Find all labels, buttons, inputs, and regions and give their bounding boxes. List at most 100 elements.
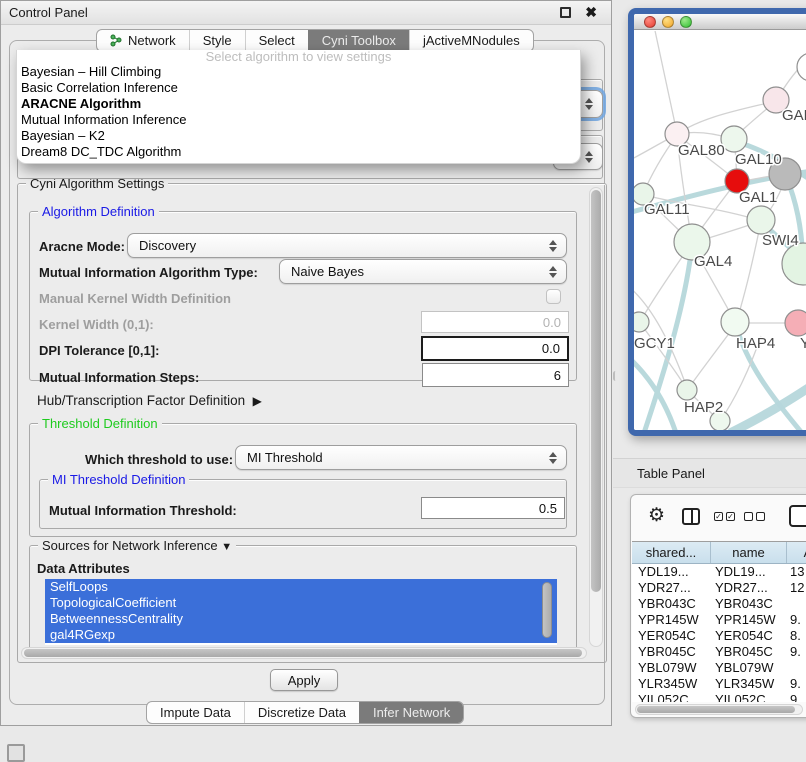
table-row[interactable]: YDL19...YDL19...13 <box>632 564 806 580</box>
which-threshold-combo[interactable]: MI Threshold <box>235 445 567 470</box>
minimize-window-icon[interactable] <box>662 16 674 28</box>
attribute-list-item[interactable]: gal4RGexp <box>45 627 557 643</box>
table-hscrollbar-thumb[interactable] <box>637 706 795 713</box>
table-cell: YBL079W <box>632 660 711 676</box>
export-table-icon[interactable] <box>789 505 806 527</box>
attribute-list-item[interactable]: BetweennessCentrality <box>45 611 557 627</box>
tab-impute-data[interactable]: Impute Data <box>147 702 244 723</box>
control-panel: Control Panel ✖ Network Style Select Cyn… <box>0 0 612 726</box>
table-row[interactable]: YDR27...YDR27...12 <box>632 580 806 596</box>
network-node[interactable] <box>797 53 806 81</box>
table-cell: 8. <box>787 628 806 644</box>
table-cell: YBR043C <box>711 596 787 612</box>
attribute-list-item[interactable]: TopologicalCoefficient <box>45 595 557 611</box>
column-header-name[interactable]: name <box>711 542 787 563</box>
algorithm-option[interactable]: Bayesian – K2 <box>17 128 580 144</box>
zoom-window-icon[interactable] <box>680 16 692 28</box>
tab-discretize-data[interactable]: Discretize Data <box>244 702 359 723</box>
aracne-mode-combo[interactable]: Discovery <box>127 233 567 258</box>
control-panel-titlebar: Control Panel ✖ <box>1 1 611 25</box>
close-panel-icon[interactable]: ✖ <box>585 4 597 21</box>
algorithm-option[interactable]: Dream8 DC_TDC Algorithm <box>17 144 580 160</box>
dpi-tolerance-label: DPI Tolerance [0,1]: <box>39 343 159 358</box>
manual-kernel-label: Manual Kernel Width Definition <box>39 291 231 306</box>
aracne-mode-value: Discovery <box>139 238 196 253</box>
mi-threshold-field[interactable]: 0.5 <box>421 497 565 519</box>
column-header-shared-name[interactable]: shared... <box>632 542 711 563</box>
mi-type-combo[interactable]: Naive Bayes <box>279 259 567 284</box>
tab-select[interactable]: Select <box>245 30 308 51</box>
table-cell: YER054C <box>711 628 787 644</box>
deselect-all-checkbox2-icon[interactable] <box>756 512 765 521</box>
apply-button[interactable]: Apply <box>270 669 338 691</box>
column-header-clipped[interactable]: A <box>787 542 806 563</box>
select-all-checkbox2-icon[interactable]: ✓ <box>726 512 735 521</box>
tab-cyni-toolbox[interactable]: Cyni Toolbox <box>308 30 409 51</box>
expand-arrow-icon: ▶ <box>253 394 262 408</box>
algorithm-definition-title: Algorithm Definition <box>38 204 159 219</box>
algorithm-option[interactable]: Basic Correlation Inference <box>17 80 580 96</box>
table-cell: YER054C <box>632 628 711 644</box>
table-cell: YBR045C <box>711 644 787 660</box>
combo-arrows-icon <box>549 266 557 278</box>
table-cell: YPR145W <box>632 612 711 628</box>
network-node[interactable] <box>721 126 747 152</box>
table-cell: YDR27... <box>632 580 711 596</box>
tab-infer-network[interactable]: Infer Network <box>359 702 463 723</box>
kernel-width-field[interactable]: 0.0 <box>421 311 569 333</box>
network-node[interactable] <box>782 243 806 285</box>
mi-type-value: Naive Bayes <box>291 264 364 279</box>
network-node[interactable] <box>677 380 697 400</box>
close-window-icon[interactable] <box>644 16 656 28</box>
sources-group-title[interactable]: Sources for Network Inference ▼ <box>38 538 236 553</box>
tab-jactivemnodules[interactable]: jActiveMNodules <box>409 30 533 51</box>
mi-steps-label: Mutual Information Steps: <box>39 370 199 385</box>
table-row[interactable]: YBR045CYBR045C9. <box>632 644 806 660</box>
select-all-checkbox-icon[interactable]: ✓ <box>714 512 723 521</box>
dpi-tolerance-field[interactable]: 0.0 <box>421 336 569 361</box>
settings-hscrollbar-thumb[interactable] <box>24 649 582 657</box>
show-columns-icon[interactable] <box>682 508 700 525</box>
table-cell: YIL052C <box>711 692 787 702</box>
data-attributes-list[interactable]: SelfLoopsTopologicalCoefficientBetweenne… <box>45 579 557 645</box>
panel-splitter-handle[interactable] <box>613 371 618 381</box>
table-cell: YDL19... <box>711 564 787 580</box>
table-row[interactable]: YLR345WYLR345W9. <box>632 676 806 692</box>
mi-threshold-label: Mutual Information Threshold: <box>49 503 237 518</box>
control-panel-title: Control Panel <box>9 5 88 20</box>
table-cell: YDL19... <box>632 564 711 580</box>
deselect-all-checkbox-icon[interactable] <box>744 512 753 521</box>
network-node[interactable] <box>785 310 806 336</box>
attributes-list-scrollbar-thumb[interactable] <box>542 582 552 638</box>
network-node[interactable] <box>747 206 775 234</box>
table-row[interactable]: YBL079WYBL079W <box>632 660 806 676</box>
tab-network[interactable]: Network <box>97 30 189 51</box>
table-cell <box>787 596 806 612</box>
hub-section-label[interactable]: Hub/Transcription Factor Definition ▶ <box>37 393 262 408</box>
table-cell: YLR345W <box>632 676 711 692</box>
table-row[interactable]: YER054CYER054C8. <box>632 628 806 644</box>
table-row[interactable]: YIL052CYIL052C9. <box>632 692 806 702</box>
collapsed-panel-icon[interactable] <box>7 744 25 762</box>
algorithm-option[interactable]: Bayesian – Hill Climbing <box>17 64 580 80</box>
table-settings-gear-icon[interactable]: ⚙ <box>648 504 665 527</box>
network-canvas[interactable]: GALGAL80GAL10GAL1GAL11SWI4GAL4GCY1HAP4YH… <box>634 31 806 431</box>
network-window-titlebar[interactable] <box>634 14 806 30</box>
app-root: Control Panel ✖ Network Style Select Cyn… <box>0 0 806 762</box>
table-row[interactable]: YPR145WYPR145W9. <box>632 612 806 628</box>
network-node[interactable] <box>634 312 649 332</box>
table-cell: 9. <box>787 692 806 702</box>
network-node-labels: GALGAL80GAL10GAL1GAL11SWI4GAL4GCY1HAP4YH… <box>634 107 806 416</box>
manual-kernel-checkbox[interactable] <box>546 289 561 304</box>
tab-style[interactable]: Style <box>189 30 245 51</box>
network-node[interactable] <box>721 308 749 336</box>
float-panel-icon[interactable] <box>560 7 571 18</box>
settings-vscrollbar-thumb[interactable] <box>591 190 601 592</box>
mi-steps-field[interactable]: 6 <box>422 363 569 387</box>
network-node-label: Y <box>800 335 806 352</box>
table-row[interactable]: YBR043CYBR043C <box>632 596 806 612</box>
attribute-list-item[interactable]: SelfLoops <box>45 579 557 595</box>
algorithm-option[interactable]: Mutual Information Inference <box>17 112 580 128</box>
algorithm-option[interactable]: ARACNE Algorithm <box>17 96 580 112</box>
table-header: shared... name A <box>632 541 806 564</box>
